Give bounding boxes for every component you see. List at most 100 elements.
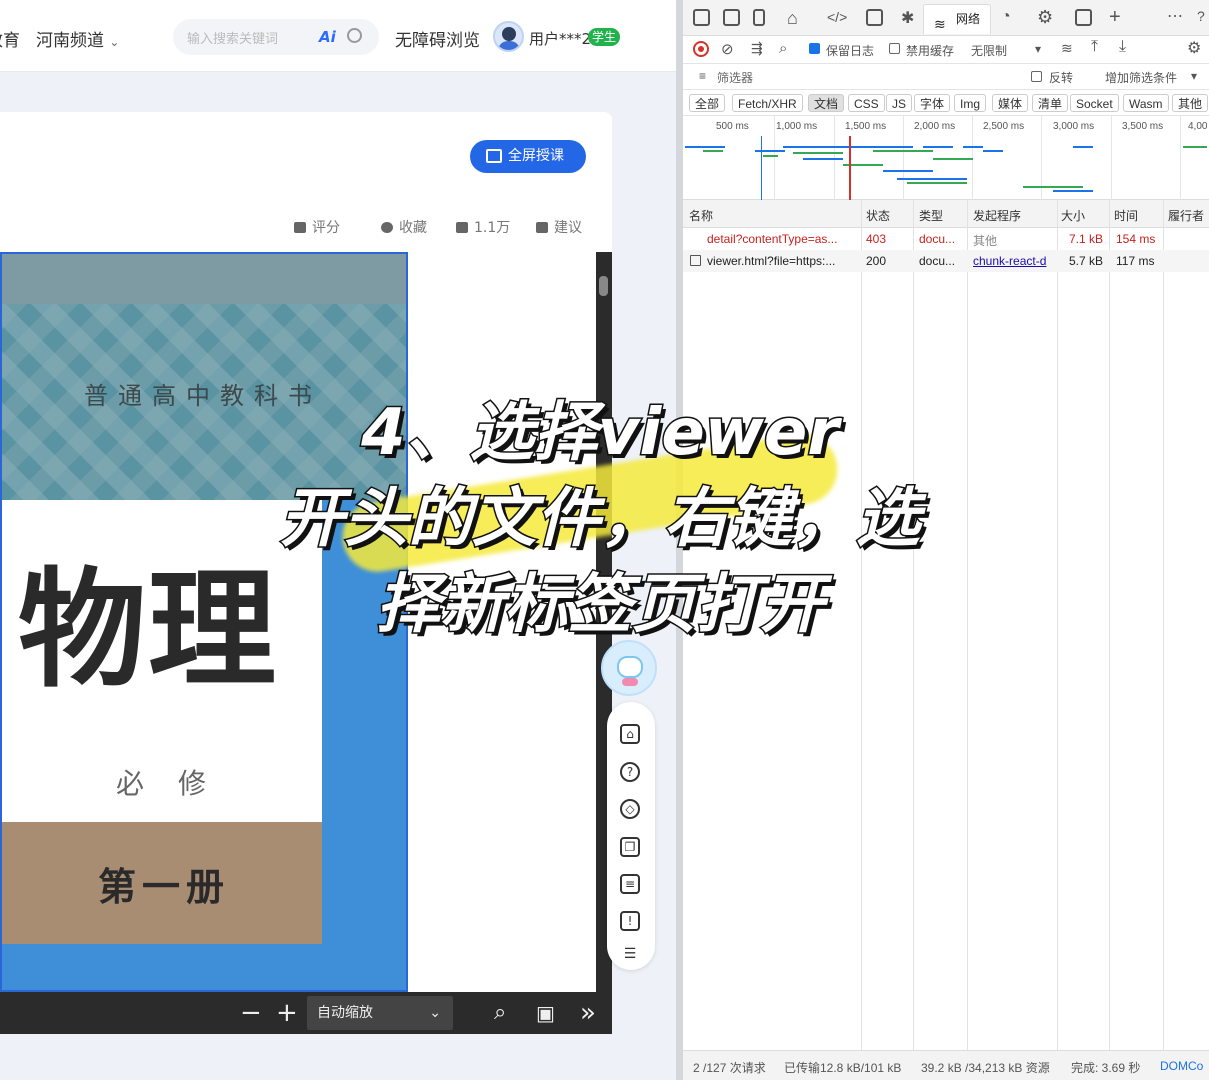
network-conditions-icon[interactable]: ≋ (1061, 40, 1073, 57)
filter-type-doc[interactable]: 文档 (808, 94, 845, 112)
avatar[interactable] (493, 21, 524, 52)
rate-button[interactable]: 评分 (294, 217, 340, 237)
request-initiator-link[interactable]: chunk-react-d (973, 254, 1057, 268)
accessibility-link[interactable]: 无障碍浏览 (395, 26, 480, 51)
request-name[interactable]: viewer.html?file=https:... (707, 254, 859, 268)
gear-icon[interactable]: ⚙ (1187, 38, 1201, 58)
fullscreen-teach-button[interactable]: 全屏授课 (470, 140, 586, 173)
nav-item-education[interactable]: 教育 (0, 26, 20, 51)
col-fulfiller[interactable]: 履行者 (1168, 207, 1204, 224)
filter-type-css[interactable]: CSS (848, 94, 885, 112)
col-status[interactable]: 状态 (866, 207, 890, 224)
invert-checkbox[interactable] (1031, 71, 1042, 82)
book-volume: 第一册 (98, 864, 231, 909)
username[interactable]: 用户***2 (529, 28, 591, 49)
welcome-icon[interactable]: ⌂ (787, 8, 798, 29)
col-type[interactable]: 类型 (919, 207, 943, 224)
filter-type-manifest[interactable]: 清单 (1032, 94, 1069, 112)
filter-type-other[interactable]: 其他 (1172, 94, 1209, 112)
filter-toggle-icon[interactable]: ⇶ (751, 40, 763, 57)
channel-dropdown[interactable]: 河南频道 ⌄ (36, 26, 119, 51)
waterfall-bar (963, 146, 983, 148)
tab-network[interactable]: ≋ 网络 (923, 4, 991, 34)
box-icon[interactable]: ◇ (620, 799, 640, 819)
note-icon[interactable]: ≡ (620, 874, 640, 894)
filter-type-media[interactable]: 媒体 (992, 94, 1029, 112)
filter-type-js[interactable]: JS (886, 94, 913, 112)
filter-input[interactable]: 筛选器 (717, 69, 753, 86)
chevron-down-icon[interactable]: ▾ (1191, 69, 1197, 83)
help-icon[interactable]: ? (1197, 8, 1205, 24)
search-icon[interactable]: ⌕ (494, 998, 506, 1028)
zoom-in-button[interactable]: + (276, 998, 298, 1028)
caption-line-3: 择新标签页打开 (375, 567, 826, 644)
inspect-icon[interactable] (693, 9, 710, 26)
throttle-select[interactable]: 无限制 (971, 42, 1007, 59)
like-button[interactable]: 1.1万 (456, 217, 510, 237)
waterfall-bar (793, 152, 843, 154)
rate-icon (294, 222, 306, 233)
request-size: 5.7 kB (1069, 254, 1104, 268)
menu-icon[interactable]: ☰ (620, 946, 640, 966)
sidebar-icon[interactable] (753, 9, 765, 26)
help-icon[interactable]: ? (620, 762, 640, 782)
viewer-toolbar (0, 992, 612, 1034)
assistant-mascot-icon[interactable] (601, 640, 657, 696)
disable-cache-checkbox[interactable] (889, 43, 900, 54)
zoom-value: 自动缩放 (317, 1005, 373, 1021)
waterfall-bar (703, 150, 723, 152)
transferred-size: 已传输12.8 kB/101 kB (784, 1061, 902, 1075)
zoom-out-button[interactable]: − (240, 998, 262, 1028)
performance-icon[interactable]: ◔ (1001, 8, 1011, 26)
search-input[interactable]: 输入搜索关键词 (187, 28, 278, 47)
chevron-down-icon[interactable]: ▾ (1035, 42, 1041, 56)
waterfall-bar (873, 150, 933, 152)
chevron-down-icon: ⌄ (429, 1005, 441, 1021)
copy-icon[interactable]: ❐ (620, 837, 640, 857)
scroll-thumb[interactable] (599, 276, 608, 296)
more-filters-dropdown[interactable]: 增加筛选条件 (1105, 69, 1177, 86)
col-name[interactable]: 名称 (689, 207, 713, 224)
filter-type-img[interactable]: Img (954, 94, 987, 112)
download-icon[interactable]: ⤓ (1119, 38, 1126, 56)
clear-icon[interactable]: ⊘ (721, 40, 734, 58)
table-row[interactable]: detail?contentType=as... 403 docu... 其他 … (683, 228, 1209, 250)
search-icon[interactable]: ⌕ (779, 40, 787, 57)
application-icon[interactable] (1075, 9, 1092, 26)
add-tab-icon[interactable]: + (1109, 6, 1121, 29)
waterfall-bar (685, 146, 725, 148)
filter-type-fetch[interactable]: Fetch/XHR (732, 94, 803, 112)
filter-type-font[interactable]: 字体 (914, 94, 951, 112)
gear-icon[interactable]: ⚙ (1037, 7, 1053, 28)
more-icon[interactable]: ⋯ (1167, 6, 1183, 26)
console-icon[interactable] (866, 9, 883, 26)
ai-search-icon[interactable]: Ai (319, 28, 336, 46)
suggest-button[interactable]: 建议 (536, 217, 582, 237)
elements-icon[interactable]: </> (827, 9, 847, 25)
request-name[interactable]: detail?contentType=as... (707, 232, 859, 246)
timeline-tick-label: 3,000 ms (1053, 121, 1095, 132)
filter-type-socket[interactable]: Socket (1070, 94, 1119, 112)
device-toggle-icon[interactable] (723, 9, 740, 26)
preserve-log-checkbox[interactable] (809, 43, 820, 54)
home-icon[interactable]: ⌂ (620, 724, 640, 744)
col-size[interactable]: 大小 (1061, 207, 1085, 224)
timeline-gridline (774, 116, 775, 200)
col-time[interactable]: 时间 (1114, 207, 1138, 224)
upload-icon[interactable]: ⤒ (1091, 38, 1098, 56)
request-count: 2 /127 次请求 (693, 1061, 766, 1075)
more-tools-button[interactable]: » (580, 998, 596, 1028)
favorite-button[interactable]: 收藏 (381, 217, 427, 237)
table-row[interactable]: viewer.html?file=https:... 200 docu... c… (683, 250, 1209, 272)
bug-icon[interactable]: ✱ (901, 8, 914, 28)
record-icon[interactable] (693, 41, 709, 57)
search-icon[interactable] (347, 28, 362, 43)
presentation-icon[interactable]: ▣ (536, 998, 555, 1028)
filter-type-wasm[interactable]: Wasm (1123, 94, 1169, 112)
resources-size: 39.2 kB /34,213 kB 资源 (921, 1061, 1050, 1075)
feedback-icon[interactable]: ! (620, 911, 640, 931)
filter-type-all[interactable]: 全部 (689, 94, 726, 112)
search-box[interactable]: 输入搜索关键词 Ai (173, 19, 379, 55)
col-initiator[interactable]: 发起程序 (973, 207, 1021, 224)
zoom-select[interactable]: 自动缩放 ⌄ (307, 996, 453, 1030)
